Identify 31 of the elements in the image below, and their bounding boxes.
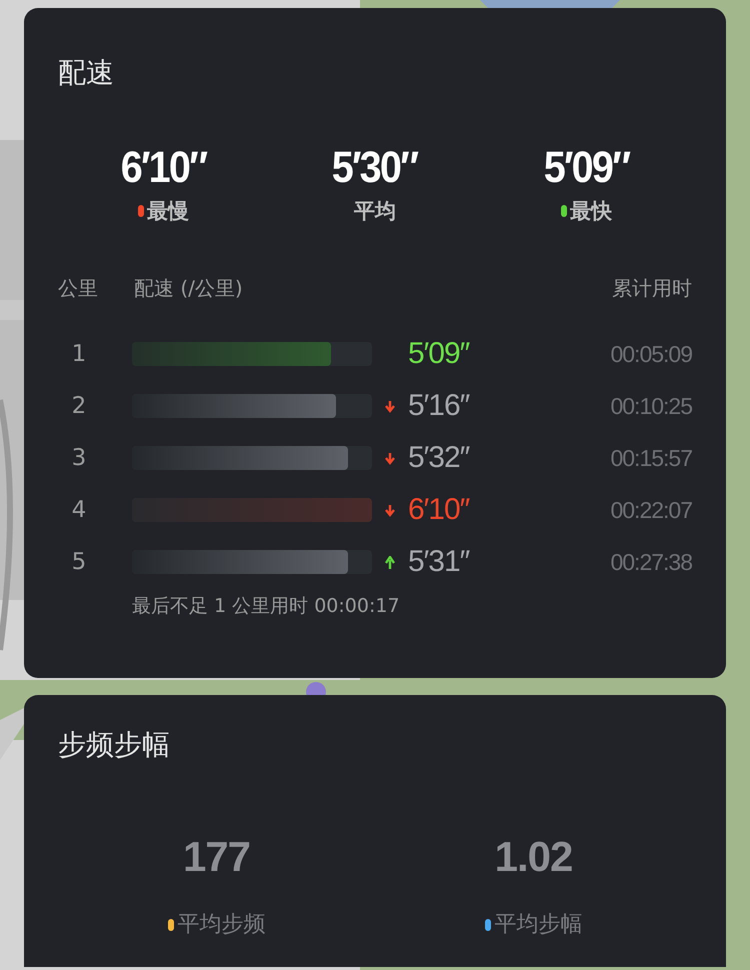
pace-label: 最快: [570, 198, 612, 224]
cumulative-time: 00:05:09: [609, 340, 692, 368]
stat-label: 平均步频: [178, 911, 266, 939]
column-header: 公里: [58, 275, 99, 302]
column-header: 累计用时: [612, 275, 692, 302]
split-pace: 5′16″: [408, 390, 470, 422]
column-header: 配速 (/公里): [134, 275, 244, 302]
card-title: 配速: [58, 56, 114, 90]
kilometer-number: 4: [70, 497, 88, 523]
cumulative-time: 00:27:38: [609, 548, 692, 576]
pace-value: 6′10″: [120, 144, 206, 192]
kilometer-number: 2: [70, 393, 88, 419]
split-pace: 6′10″: [408, 494, 470, 526]
cumulative-time: 00:10:25: [609, 392, 692, 420]
pace-label: 最慢: [147, 198, 190, 224]
pace-value: 5′30″: [332, 144, 418, 192]
card-title: 步频步幅: [58, 727, 170, 763]
stat-value: 1.02: [494, 833, 572, 881]
pace-label: 平均: [354, 198, 396, 224]
cumulative-time: 00:15:57: [609, 444, 692, 472]
kilometer-number: 5: [70, 549, 88, 575]
remaining-distance-note: 最后不足 1 公里用时 00:00:17: [132, 594, 400, 619]
stat-label: 平均步幅: [494, 911, 582, 939]
split-pace: 5′31″: [408, 546, 470, 578]
stat-value: 177: [182, 833, 250, 881]
pace-value: 5′09″: [544, 144, 630, 192]
kilometer-number: 3: [70, 445, 88, 471]
cumulative-time: 00:22:07: [609, 496, 692, 524]
split-pace: 5′32″: [408, 442, 470, 474]
kilometer-number: 1: [70, 341, 88, 367]
split-pace: 5′09″: [408, 338, 470, 370]
